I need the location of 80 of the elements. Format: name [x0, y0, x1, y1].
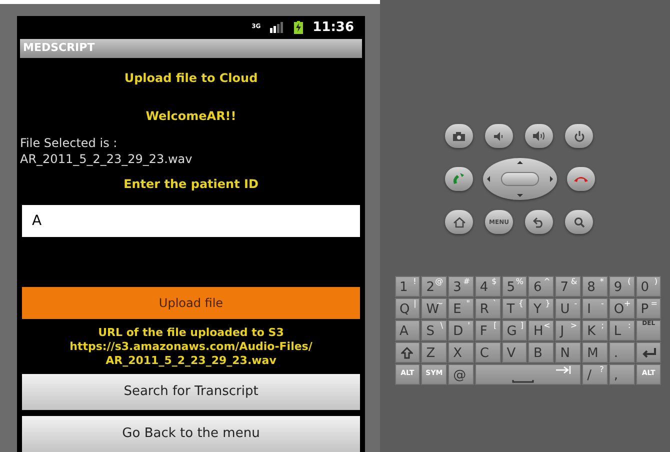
keyboard-key[interactable]: N [555, 342, 582, 363]
speaker-loud-icon [532, 131, 546, 141]
search-button[interactable] [565, 210, 593, 234]
keyboard-key[interactable]: E " [448, 298, 474, 319]
home-button[interactable] [445, 210, 473, 234]
keyboard-key[interactable]: D ' [448, 320, 474, 341]
keyboard-key[interactable]: , [608, 364, 635, 385]
keyboard-key[interactable]: 1 ! [394, 276, 420, 297]
shift-icon [401, 346, 414, 358]
keyboard-key[interactable]: F [ [474, 320, 501, 341]
back-arrow-icon [533, 216, 545, 228]
keyboard-key[interactable]: 3# [448, 276, 474, 297]
file-label: File Selected is : [20, 135, 118, 152]
power-icon [574, 130, 584, 142]
keyboard-key[interactable]: W~ [421, 298, 448, 319]
menu-button[interactable]: Search for Transcript [22, 374, 360, 410]
url-label: URL of the file uploaded to S3 [97, 325, 285, 340]
keyboard-key[interactable]: 5% [502, 276, 528, 297]
keyboard-key[interactable] [636, 342, 662, 363]
keyboard-key[interactable]: 7 & [555, 276, 582, 297]
app-title: MEDSCRIPT [23, 40, 95, 56]
status-time: 11:36 [312, 18, 354, 37]
keyboard-key[interactable]: K ; [582, 320, 608, 341]
keyboard-key[interactable]: O+ [608, 298, 635, 319]
keyboard-key[interactable]: C [474, 342, 501, 363]
call-button[interactable] [445, 167, 473, 191]
keyboard-key[interactable]: X [448, 342, 474, 363]
patient-id-label: Enter the patient ID [122, 176, 260, 194]
file-url: https://s3.amazonaws.com/Audio-Files/ [68, 340, 314, 354]
keyboard-key[interactable]: A [394, 320, 420, 341]
keyboard-key[interactable]: J > [555, 320, 582, 341]
power-button[interactable] [565, 124, 593, 148]
keyboard-key[interactable]: 2@ [421, 276, 448, 297]
keyboard-key[interactable]: 9 ( [608, 276, 635, 297]
enter-icon [640, 346, 657, 358]
end-call-button[interactable] [567, 167, 595, 191]
keyboard-key[interactable]: H< [528, 320, 554, 341]
keyboard-key[interactable]: / ? [582, 364, 608, 385]
file-url: AR_2011_5_2_23_29_23.wav [104, 354, 278, 368]
keyboard-key[interactable]: V [502, 342, 528, 363]
camera-button[interactable] [445, 124, 473, 148]
center-button[interactable] [501, 172, 539, 186]
battery-charging-icon [294, 20, 303, 34]
keyboard-key[interactable]: S \ [421, 320, 448, 341]
signal-icon [270, 22, 284, 33]
speaker-icon [494, 132, 504, 140]
keyboard-key[interactable]: P = [636, 298, 662, 319]
directional-pad[interactable] [483, 158, 557, 200]
keyboard-key[interactable]: T { [502, 298, 528, 319]
keyboard-key[interactable]: 8 * [582, 276, 608, 297]
keyboard-key[interactable]: Y } [528, 298, 554, 319]
keyboard-key[interactable]: Q | [394, 298, 420, 319]
keyboard-key[interactable]: B [528, 342, 554, 363]
patient-id-field[interactable]: A [22, 205, 360, 238]
keyboard-key[interactable] [394, 342, 420, 363]
back-button[interactable] [525, 210, 553, 234]
volume-down-button[interactable] [485, 124, 513, 148]
keyboard-key[interactable]: R ` [474, 298, 501, 319]
menu-button[interactable]: Go Back to the menu [22, 416, 360, 452]
keyboard-key[interactable] [474, 364, 582, 385]
keyboard-key[interactable]: L : [608, 320, 635, 341]
keyboard-key[interactable]: Z [421, 342, 448, 363]
volume-up-button[interactable] [525, 124, 553, 148]
welcome-text: WelcomeAR!! [144, 108, 238, 126]
keyboard-key[interactable]: M [582, 342, 608, 363]
file-name: AR_2011_5_2_23_29_23.wav [20, 151, 194, 168]
home-icon [452, 216, 466, 228]
keyboard-key[interactable]: U - [555, 298, 582, 319]
keyboard-key[interactable]: I - [582, 298, 608, 319]
direction-arrows-icon [487, 161, 553, 197]
keyboard-key[interactable]: G ] [502, 320, 528, 341]
camera-icon [453, 132, 465, 140]
keyboard-key[interactable]: . [608, 342, 635, 363]
search-icon [574, 216, 584, 228]
keyboard-key[interactable]: @ [448, 364, 474, 385]
keyboard-key[interactable]: 4 $ [474, 276, 501, 297]
keyboard-key[interactable]: 6^ [528, 276, 554, 297]
heading: Upload file to Cloud [123, 70, 259, 88]
keyboard-key[interactable]: 0 ) [636, 276, 662, 297]
upload-file-button[interactable]: Upload file [22, 287, 360, 319]
